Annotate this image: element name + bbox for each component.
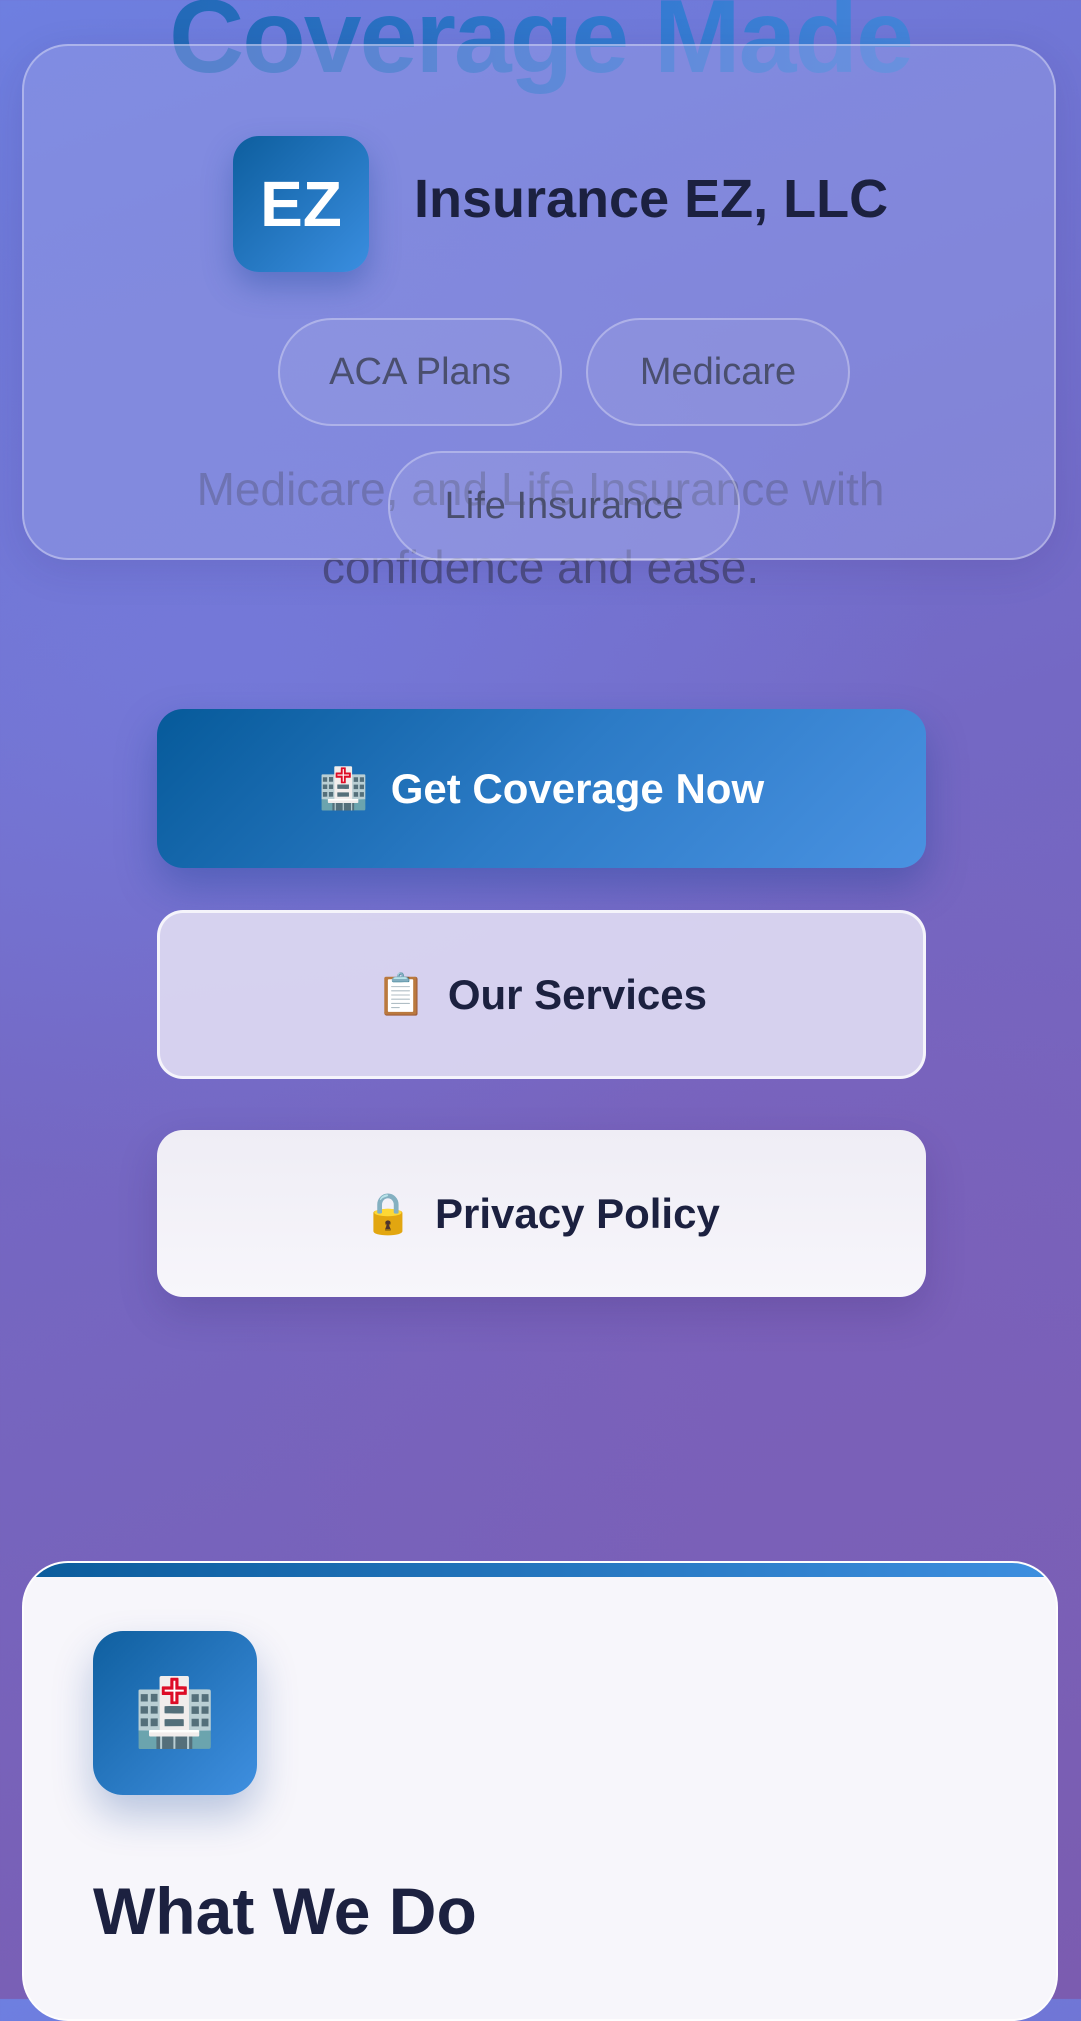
what-we-do-card: 🏥 What We Do [22,1561,1058,2021]
clipboard-icon: 📋 [376,973,426,1017]
card-accent-bar [24,1563,1056,1577]
get-coverage-button[interactable]: 🏥 Get Coverage Now [157,709,926,868]
logo-text: EZ [260,168,342,240]
lock-icon: 🔒 [363,1192,413,1236]
our-services-button[interactable]: 📋 Our Services [157,910,926,1079]
nav-life-insurance[interactable]: Life Insurance [388,451,740,561]
hospital-icon: 🏥 [318,767,369,811]
get-coverage-label: Get Coverage Now [390,764,765,812]
privacy-policy-button[interactable]: 🔒 Privacy Policy [157,1130,926,1297]
our-services-label: Our Services [447,970,707,1018]
brand-name[interactable]: Insurance EZ, LLC [414,168,888,230]
card-title: What We Do [93,1874,477,1948]
nav-medicare[interactable]: Medicare [586,318,850,426]
card-icon-box: 🏥 [93,1631,257,1795]
privacy-policy-label: Privacy Policy [434,1189,720,1237]
logo[interactable]: EZ [233,136,369,272]
nav-aca-plans[interactable]: ACA Plans [278,318,562,426]
site-header: EZ Insurance EZ, LLC ACA Plans Medicare … [22,44,1056,561]
hospital-icon: 🏥 [133,1675,217,1749]
